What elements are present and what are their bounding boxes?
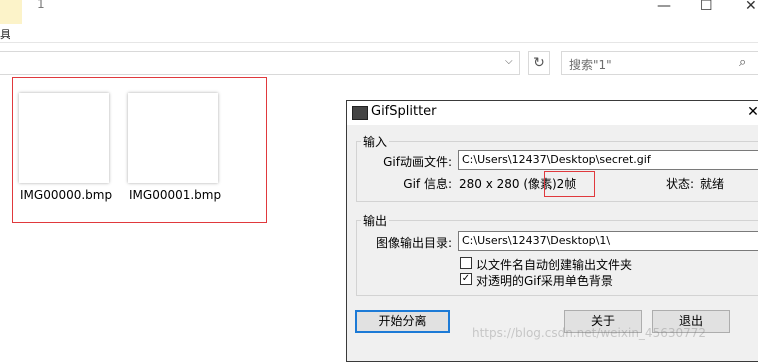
output-group-label: 输出	[361, 212, 390, 229]
close-button[interactable]: ✕	[745, 0, 757, 14]
gif-file-label: Gif动画文件:	[383, 155, 452, 169]
input-group-label: 输入	[361, 133, 390, 150]
ribbon-divider	[0, 42, 758, 43]
address-bar[interactable]	[0, 51, 520, 75]
search-icon[interactable]: ⌕	[739, 55, 746, 70]
search-placeholder: 搜索"1"	[569, 58, 612, 72]
file-thumbnail	[128, 93, 218, 183]
window-title: 1	[37, 0, 45, 11]
output-dir-field[interactable]: C:\Users\12437\Desktop\1\	[458, 231, 758, 251]
watermark: https://blog.csdn.net/weixin_45630772	[472, 326, 707, 340]
single-bg-checkbox[interactable]: ✓	[460, 273, 472, 285]
chevron-down-icon[interactable]: ⌵	[505, 56, 513, 67]
auto-folder-checkbox[interactable]	[460, 257, 472, 269]
start-split-button[interactable]: 开始分离	[355, 310, 450, 333]
frames-highlight-frame	[544, 171, 595, 197]
dialog-close-icon[interactable]: ✕	[738, 101, 758, 125]
gif-info-size: 280 x 280 (像素)	[459, 177, 557, 191]
gif-file-field[interactable]: C:\Users\12437\Desktop\secret.gif	[458, 150, 758, 170]
file-item[interactable]: IMG00001.bmp	[125, 90, 221, 210]
minimize-button[interactable]: —	[657, 0, 671, 14]
file-thumbnail	[19, 93, 109, 183]
file-item[interactable]: IMG00000.bmp	[16, 90, 112, 210]
dialog-title: GifSplitter	[371, 104, 437, 119]
checkmark-icon: ✓	[461, 273, 471, 284]
quick-access-tab	[0, 0, 22, 24]
gif-info-label: Gif 信息:	[403, 177, 452, 191]
file-name: IMG00001.bmp	[129, 188, 222, 202]
auto-folder-label[interactable]: 以文件名自动创建输出文件夹	[476, 256, 632, 273]
status-label: 状态:	[666, 177, 695, 191]
maximize-button[interactable]: ☐	[700, 0, 713, 14]
output-dir-label: 图像输出目录:	[375, 236, 452, 250]
refresh-icon[interactable]: ↻	[528, 51, 550, 75]
status-value: 就绪	[700, 177, 725, 191]
file-name: IMG00000.bmp	[20, 188, 113, 202]
single-bg-label[interactable]: 对透明的Gif采用单色背景	[476, 272, 613, 289]
ribbon-tab-view[interactable]: 具	[0, 26, 10, 40]
app-icon	[352, 106, 368, 120]
